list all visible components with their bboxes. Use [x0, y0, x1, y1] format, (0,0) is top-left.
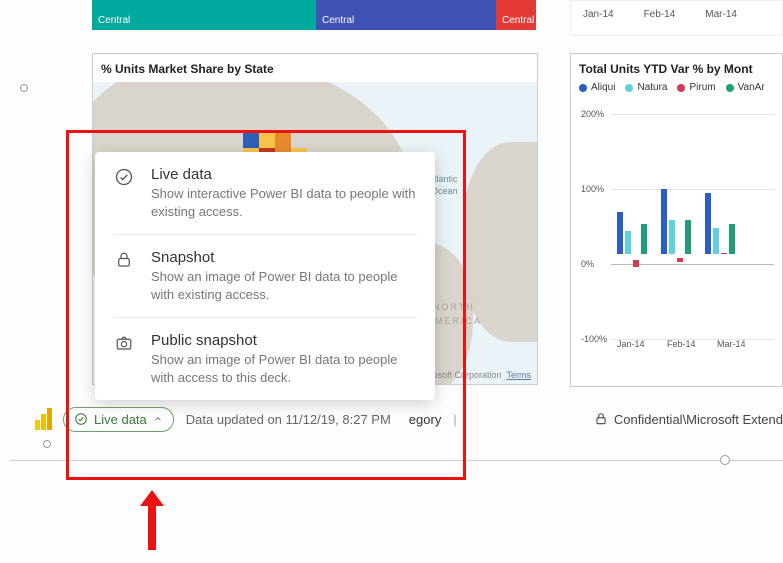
legend-dot	[677, 84, 685, 92]
chevron-up-icon	[153, 414, 163, 424]
slide-boundary	[10, 460, 783, 461]
bar	[705, 193, 711, 254]
heat-cell	[243, 132, 259, 148]
x-tick: Mar-14	[717, 339, 753, 349]
selection-handle[interactable]	[720, 455, 730, 465]
lock-icon	[594, 411, 608, 427]
y-tick: -100%	[581, 334, 607, 344]
map-title: % Units Market Share by State	[93, 54, 537, 84]
bar-group	[661, 189, 691, 331]
chart-visual[interactable]: Total Units YTD Var % by Mont Aliqui Nat…	[570, 53, 783, 387]
data-mode-pill[interactable]: Live data	[63, 407, 174, 432]
x-tick: Feb-14	[667, 339, 703, 349]
bar-label: Central	[502, 15, 534, 26]
embed-footer: Live data Data updated on 11/12/19, 8:27…	[35, 404, 783, 434]
option-title: Snapshot	[151, 249, 417, 266]
bar	[633, 260, 639, 266]
bar	[685, 220, 691, 255]
bar-central-blue: Central	[316, 0, 496, 30]
continent-af	[463, 142, 537, 342]
check-circle-icon	[74, 412, 88, 426]
annotation-arrow	[143, 490, 161, 550]
bar-label: Central	[322, 15, 354, 26]
y-tick: 100%	[581, 184, 604, 194]
chart-legend: Aliqui Natura Pirum VanAr	[579, 82, 774, 93]
bar-central-red: Central	[496, 0, 536, 30]
x-tick: Jan-14	[583, 9, 614, 20]
option-live-data[interactable]: Live data Show interactive Power BI data…	[95, 152, 435, 234]
option-desc: Show interactive Power BI data to people…	[151, 185, 417, 220]
legend-dot	[726, 84, 734, 92]
legend-dot	[579, 84, 587, 92]
bar-label: Central	[98, 15, 130, 26]
legend-item: Pirum	[677, 82, 715, 93]
bar	[721, 253, 727, 255]
camera-icon	[113, 332, 135, 354]
bars-area	[617, 101, 774, 331]
top-color-bars: Central Central Central	[92, 0, 537, 30]
data-mode-popover: Live data Show interactive Power BI data…	[95, 152, 435, 400]
breadcrumb-fragment: egory	[409, 412, 442, 427]
mini-chart-top: Jan-14 Feb-14 Mar-14	[570, 0, 783, 36]
bar	[661, 189, 667, 254]
bar	[617, 212, 623, 254]
option-public-snapshot[interactable]: Public snapshot Show an image of Power B…	[113, 317, 417, 400]
powerbi-icon	[35, 408, 53, 430]
option-snapshot[interactable]: Snapshot Show an image of Power BI data …	[113, 234, 417, 317]
x-labels: Jan-14 Feb-14 Mar-14	[617, 339, 753, 349]
x-tick: Mar-14	[705, 9, 737, 20]
x-tick: Feb-14	[644, 9, 676, 20]
legend-label: Aliqui	[591, 82, 615, 93]
bar	[669, 220, 675, 255]
legend-item: Natura	[625, 82, 667, 93]
continent-label: AMERICA	[427, 316, 482, 326]
legend-label: Natura	[637, 82, 667, 93]
check-circle-icon	[113, 166, 135, 188]
option-title: Live data	[151, 166, 417, 183]
option-desc: Show an image of Power BI data to people…	[151, 268, 417, 303]
bar-group	[705, 193, 735, 331]
option-desc: Show an image of Power BI data to people…	[151, 351, 417, 386]
updated-text: Data updated on 11/12/19, 8:27 PM	[186, 412, 391, 427]
bar-central-teal: Central	[92, 0, 316, 30]
chart-title: Total Units YTD Var % by Mont	[579, 62, 774, 76]
legend-item: Aliqui	[579, 82, 615, 93]
bar	[625, 231, 631, 254]
chart-body: 200% 100% 0% -100% Jan-14 Feb-14 Mar-14	[579, 101, 774, 351]
bar	[713, 228, 719, 255]
terms-link[interactable]: Terms	[507, 370, 532, 380]
heat-cell	[275, 132, 291, 148]
legend-item: VanAr	[726, 82, 765, 93]
separator: |	[451, 412, 458, 427]
lock-icon	[113, 249, 135, 271]
selection-handle[interactable]	[20, 84, 28, 92]
bar	[729, 224, 735, 255]
bar-group	[617, 212, 647, 331]
legend-label: VanAr	[738, 82, 765, 93]
y-tick: 0%	[581, 259, 594, 269]
classification: Confidential\Microsoft Extend	[594, 411, 783, 427]
x-tick: Jan-14	[617, 339, 653, 349]
bar	[641, 224, 647, 255]
option-title: Public snapshot	[151, 332, 417, 349]
legend-label: Pirum	[689, 82, 715, 93]
pill-label: Live data	[94, 412, 147, 427]
selection-handle[interactable]	[43, 440, 51, 448]
y-tick: 200%	[581, 109, 604, 119]
heat-cell	[259, 132, 275, 148]
legend-dot	[625, 84, 633, 92]
classification-text: Confidential\Microsoft Extend	[614, 412, 783, 427]
continent-label: NORTH	[433, 302, 475, 312]
bar	[677, 258, 683, 262]
